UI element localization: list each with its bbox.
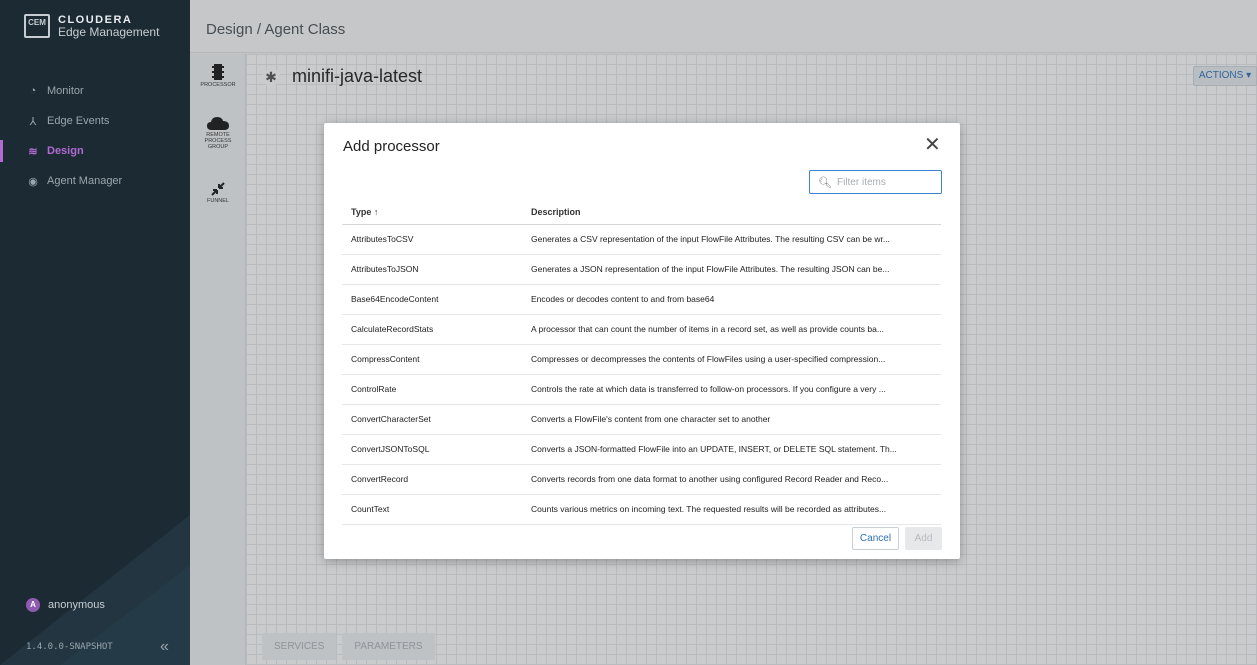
table-row[interactable]: ConvertJSONToSQL Converts a JSON-formatte…	[342, 434, 941, 465]
sidebar-item-agent-manager[interactable]: ◉ Agent Manager	[0, 166, 190, 196]
processor-description: Generates a JSON representation of the i…	[522, 254, 941, 285]
design-icon: ≋	[28, 145, 38, 158]
processor-description: Converts a FlowFile's content from one c…	[522, 404, 941, 435]
processor-description: Converts records from one data format to…	[522, 464, 941, 495]
column-header-description[interactable]: Description	[522, 200, 941, 225]
cem-logo-icon: CEM	[24, 14, 50, 38]
processor-type: ConvertRecord	[342, 464, 522, 495]
sidebar-item-label: Monitor	[47, 85, 84, 97]
filter-input[interactable]	[836, 176, 932, 188]
gauge-icon: ◔	[29, 85, 37, 97]
table-row[interactable]: CalculateRecordStats A processor that can…	[342, 314, 941, 345]
add-button[interactable]: Add	[905, 527, 942, 550]
processor-type: CountText	[342, 494, 522, 525]
search-icon: 🔍︎	[818, 176, 832, 189]
avatar: A	[26, 598, 40, 612]
agent-icon: ◉	[28, 175, 38, 188]
filter-field[interactable]: 🔍︎	[809, 170, 942, 194]
processor-type: AttributesToJSON	[342, 254, 522, 285]
processor-type: ConvertJSONToSQL	[342, 434, 522, 465]
user-menu[interactable]: A anonymous	[26, 598, 105, 612]
sidebar-item-design[interactable]: ≋ Design	[0, 136, 190, 166]
processor-table: Type ↑ Description AttributesToCSV Genera…	[342, 200, 941, 525]
table-row[interactable]: ConvertRecord Converts records from one d…	[342, 464, 941, 495]
add-processor-dialog: Add processor ✕ 🔍︎ Type ↑ Description At…	[324, 123, 960, 559]
processor-type: AttributesToCSV	[342, 224, 522, 255]
table-row[interactable]: ConvertCharacterSet Converts a FlowFile's…	[342, 404, 941, 435]
sidebar-item-label: Design	[47, 145, 84, 157]
close-icon[interactable]: ✕	[924, 135, 941, 155]
processor-type: ConvertCharacterSet	[342, 404, 522, 435]
processor-type: ControlRate	[342, 374, 522, 405]
processor-description: Generates a CSV representation of the in…	[522, 224, 941, 255]
processor-description: Converts a JSON-formatted FlowFile into …	[522, 434, 941, 465]
network-icon: ⅄	[29, 115, 37, 128]
sidebar-nav: ◔ Monitor ⅄ Edge Events ≋ Design ◉ Agent…	[0, 76, 190, 196]
product-name: Edge Management	[58, 25, 160, 39]
processor-description: Controls the rate at which data is trans…	[522, 374, 941, 405]
table-row[interactable]: CountText Counts various metrics on incom…	[342, 494, 941, 525]
collapse-sidebar-icon[interactable]: «	[160, 638, 169, 656]
table-row[interactable]: ControlRate Controls the rate at which da…	[342, 374, 941, 405]
processor-description: A processor that can count the number of…	[522, 314, 941, 345]
sidebar-item-edge-events[interactable]: ⅄ Edge Events	[0, 106, 190, 136]
table-row[interactable]: CompressContent Compresses or decompresse…	[342, 344, 941, 375]
processor-description: Counts various metrics on incoming text.…	[522, 494, 941, 525]
sidebar: CEM CLOUDERA Edge Management ◔ Monitor ⅄…	[0, 0, 190, 665]
brand-logo[interactable]: CEM CLOUDERA Edge Management	[24, 14, 159, 38]
sidebar-item-label: Agent Manager	[47, 175, 123, 187]
processor-type: CalculateRecordStats	[342, 314, 522, 345]
column-header-type[interactable]: Type ↑	[342, 200, 522, 225]
processor-description: Compresses or decompresses the contents …	[522, 344, 941, 375]
cancel-button[interactable]: Cancel	[852, 527, 899, 550]
sidebar-item-label: Edge Events	[47, 115, 110, 127]
processor-type: Base64EncodeContent	[342, 284, 522, 315]
table-row[interactable]: AttributesToJSON Generates a JSON represe…	[342, 254, 941, 285]
version-label: 1.4.0.0-SNAPSHOT	[26, 642, 113, 652]
dialog-title: Add processor	[343, 138, 440, 155]
user-name: anonymous	[48, 599, 105, 611]
table-row[interactable]: AttributesToCSV Generates a CSV represent…	[342, 224, 941, 255]
table-row[interactable]: Base64EncodeContent Encodes or decodes co…	[342, 284, 941, 315]
processor-type: CompressContent	[342, 344, 522, 375]
sidebar-item-monitor[interactable]: ◔ Monitor	[0, 76, 190, 106]
processor-description: Encodes or decodes content to and from b…	[522, 284, 941, 315]
